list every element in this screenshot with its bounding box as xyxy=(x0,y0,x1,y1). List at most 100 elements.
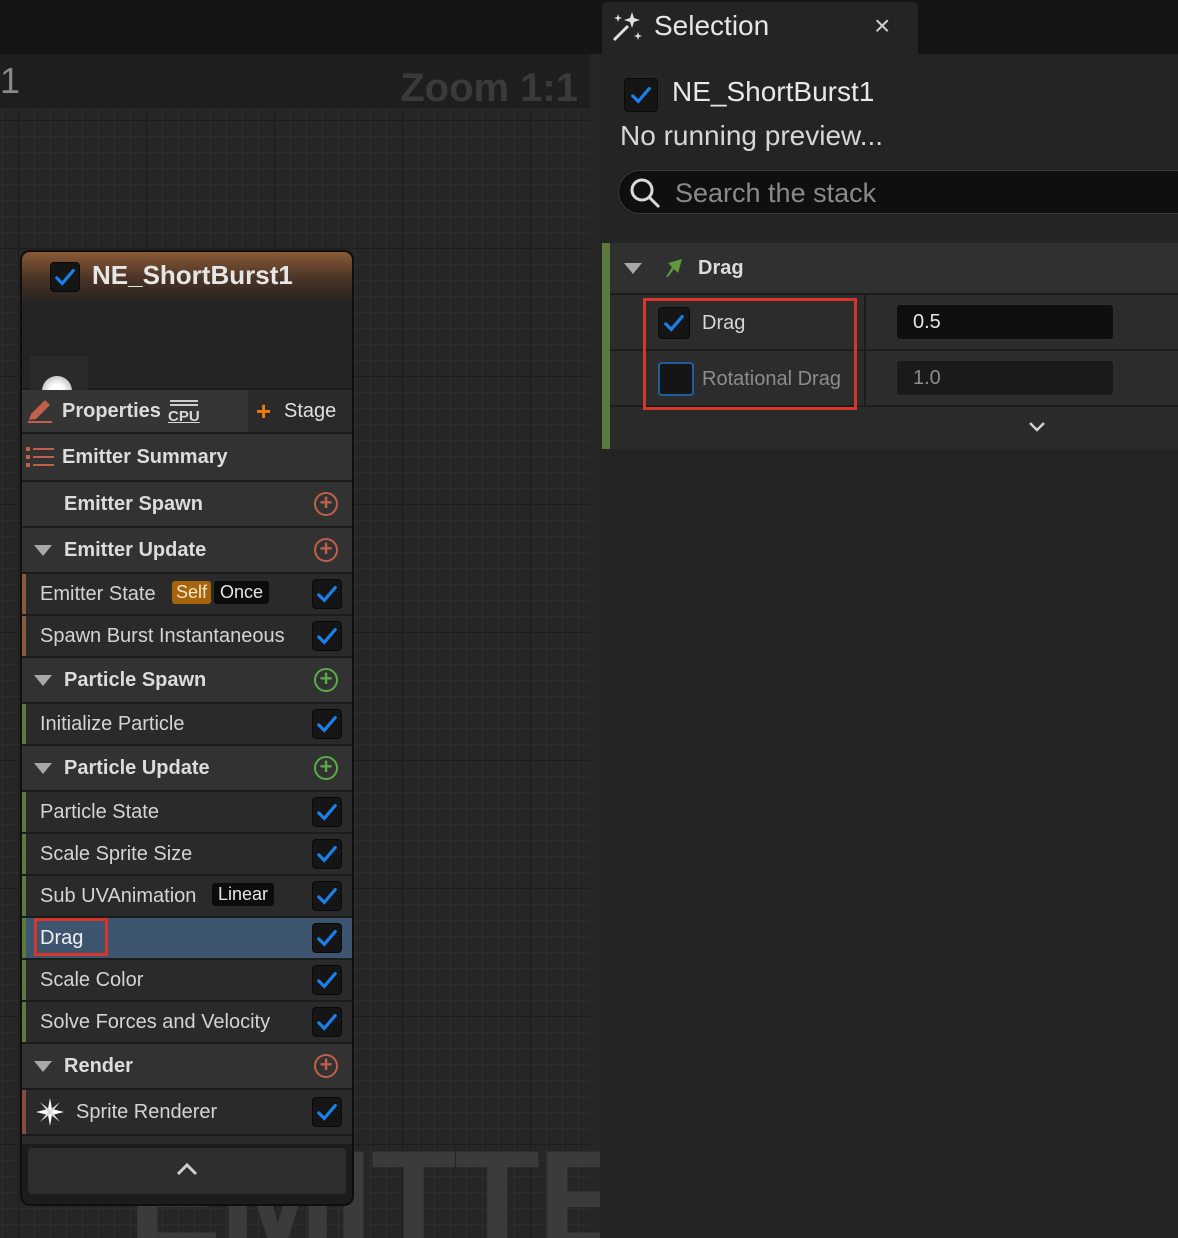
triangle-down-icon[interactable] xyxy=(34,675,52,686)
search-icon xyxy=(630,178,661,209)
module-solve-forces[interactable]: Solve Forces and Velocity xyxy=(22,1002,352,1042)
section-label: Emitter Spawn xyxy=(64,493,203,515)
emitter-node-header[interactable]: NE_ShortBurst1 xyxy=(22,252,352,300)
triangle-down-icon[interactable] xyxy=(34,763,52,774)
module-stripe xyxy=(22,616,26,656)
module-sprite-renderer[interactable]: Sprite Renderer xyxy=(22,1090,352,1134)
check-icon xyxy=(317,887,337,905)
check-icon xyxy=(55,268,75,286)
check-icon xyxy=(317,715,337,733)
chevron-up-icon xyxy=(176,1162,198,1176)
linear-badge: Linear xyxy=(212,883,275,906)
check-icon xyxy=(317,929,337,947)
emitter-spawn-section[interactable]: Emitter Spawn + xyxy=(22,482,352,526)
drag-section-title: Drag xyxy=(698,257,744,279)
render-section[interactable]: Render + xyxy=(22,1044,352,1088)
module-scale-sprite-size[interactable]: Scale Sprite Size xyxy=(22,834,352,874)
module-enable-checkbox[interactable] xyxy=(312,923,342,953)
module-enable-checkbox[interactable] xyxy=(312,839,342,869)
highlight-box-drag-properties xyxy=(643,298,857,410)
emitter-node[interactable]: NE_ShortBurst1 Properties CPU + Stage Em… xyxy=(22,252,352,1204)
check-icon xyxy=(317,971,337,989)
module-spawn-burst[interactable]: Spawn Burst Instantaneous xyxy=(22,616,352,656)
add-module-button[interactable]: + xyxy=(314,1054,338,1078)
graph-cut-text: :1 xyxy=(0,60,21,101)
properties-row[interactable]: Properties CPU + Stage xyxy=(22,390,352,432)
rotational-drag-value-field[interactable]: 1.0 xyxy=(896,360,1114,396)
expand-row[interactable] xyxy=(610,407,1178,449)
module-label: Initialize Particle xyxy=(40,713,185,735)
list-icon xyxy=(26,447,54,467)
particle-spawn-section[interactable]: Particle Spawn + xyxy=(22,658,352,702)
module-enable-checkbox[interactable] xyxy=(312,965,342,995)
magic-wand-icon xyxy=(612,12,642,42)
selected-emitter-name: NE_ShortBurst1 xyxy=(672,76,875,107)
selected-emitter-checkbox[interactable] xyxy=(624,78,658,112)
add-module-button[interactable]: + xyxy=(314,668,338,692)
triangle-down-icon[interactable] xyxy=(34,1061,52,1072)
section-label: Particle Update xyxy=(64,757,210,779)
drag-section-header[interactable]: Drag xyxy=(610,243,1178,293)
module-enable-checkbox[interactable] xyxy=(312,1097,342,1127)
emitter-summary-label: Emitter Summary xyxy=(62,446,228,468)
particle-update-section[interactable]: Particle Update + xyxy=(22,746,352,790)
graph-toolbar xyxy=(0,0,600,54)
triangle-down-icon[interactable] xyxy=(34,545,52,556)
module-stripe xyxy=(602,243,610,449)
check-icon xyxy=(317,1013,337,1031)
zoom-label: Zoom 1:1 xyxy=(400,66,578,110)
module-emitter-state[interactable]: Emitter State Self Once xyxy=(22,574,352,614)
check-icon xyxy=(631,86,651,104)
add-module-button[interactable]: + xyxy=(314,756,338,780)
module-enable-checkbox[interactable] xyxy=(312,709,342,739)
section-label: Particle Spawn xyxy=(64,669,207,691)
triangle-down-icon[interactable] xyxy=(624,263,642,274)
graph-canvas[interactable]: :1 Zoom 1:1 EMITTER NE_ShortBurst1 Prope… xyxy=(0,0,600,1238)
module-label: Sub UVAnimation xyxy=(40,885,197,907)
add-module-button[interactable]: + xyxy=(314,538,338,562)
module-stripe xyxy=(22,918,26,958)
module-scale-color[interactable]: Scale Color xyxy=(22,960,352,1000)
add-module-button[interactable]: + xyxy=(314,492,338,516)
module-stripe xyxy=(22,704,26,744)
module-initialize-particle[interactable]: Initialize Particle xyxy=(22,704,352,744)
module-label: Particle State xyxy=(40,801,159,823)
module-enable-checkbox[interactable] xyxy=(312,621,342,651)
column-divider xyxy=(864,351,866,405)
module-sub-uv-animation[interactable]: Sub UVAnimation Linear xyxy=(22,876,352,916)
chevron-down-icon[interactable] xyxy=(1028,421,1046,433)
module-stripe xyxy=(22,1002,26,1042)
selection-panel: Selection × NE_ShortBurst1 No running pr… xyxy=(600,0,1178,1238)
section-label: Emitter Update xyxy=(64,539,207,561)
emitter-update-section[interactable]: Emitter Update + xyxy=(22,528,352,572)
module-label: Solve Forces and Velocity xyxy=(40,1011,271,1033)
check-icon xyxy=(317,803,337,821)
close-icon[interactable]: × xyxy=(874,10,890,42)
check-icon xyxy=(317,1103,337,1121)
emitter-enable-checkbox[interactable] xyxy=(50,262,80,292)
module-enable-checkbox[interactable] xyxy=(312,579,342,609)
check-icon xyxy=(317,627,337,645)
emitter-summary-row[interactable]: Emitter Summary xyxy=(22,434,352,480)
preview-status: No running preview... xyxy=(620,120,884,151)
module-label: Scale Sprite Size xyxy=(40,843,193,865)
module-label: Spawn Burst Instantaneous xyxy=(40,625,285,647)
add-stage-button[interactable]: + Stage xyxy=(248,390,352,432)
column-divider xyxy=(864,295,866,349)
tab-selection[interactable]: Selection × xyxy=(602,2,918,54)
module-enable-checkbox[interactable] xyxy=(312,797,342,827)
star-burst-icon xyxy=(36,1098,64,1126)
stage-label: Stage xyxy=(284,400,337,422)
search-input[interactable] xyxy=(673,175,1177,211)
node-divider xyxy=(22,1136,352,1144)
cpu-label: CPU xyxy=(168,408,200,425)
drag-value-field[interactable]: 0.5 xyxy=(896,304,1114,340)
module-particle-state[interactable]: Particle State xyxy=(22,792,352,832)
collapse-node-button[interactable] xyxy=(28,1148,346,1194)
module-enable-checkbox[interactable] xyxy=(312,1007,342,1037)
highlight-box-drag-module xyxy=(34,918,108,956)
search-box[interactable] xyxy=(618,170,1178,214)
tab-title: Selection xyxy=(654,10,770,41)
thumbnail-area xyxy=(22,300,352,418)
module-enable-checkbox[interactable] xyxy=(312,881,342,911)
